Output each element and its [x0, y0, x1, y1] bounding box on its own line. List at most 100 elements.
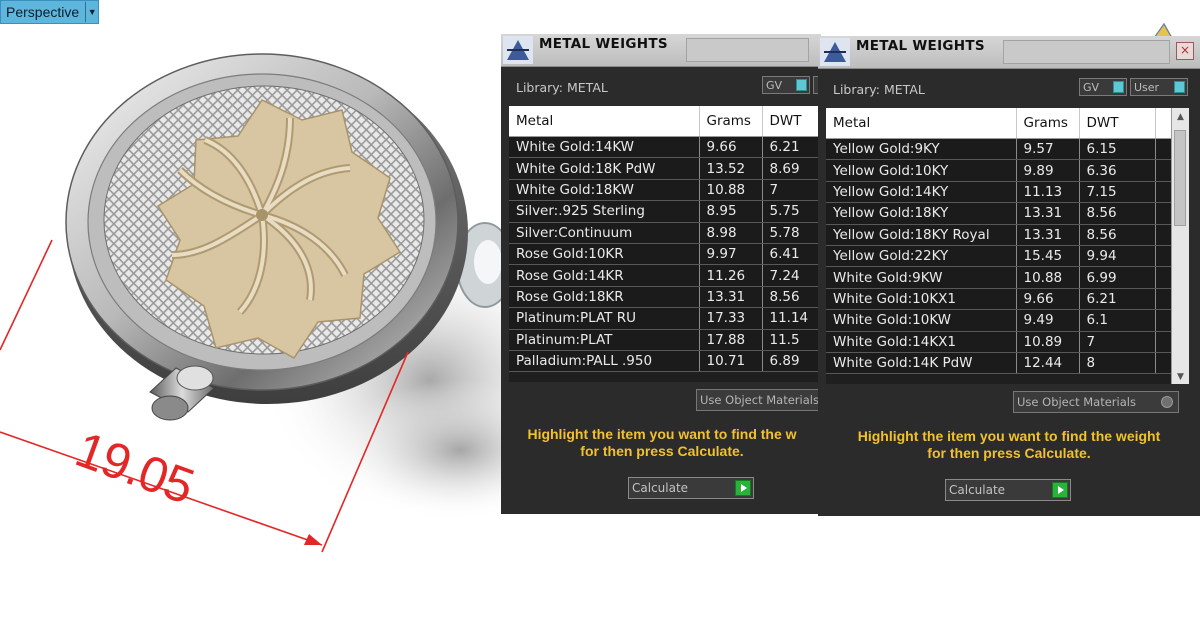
- viewport-tab-label[interactable]: Perspective: [1, 4, 85, 20]
- table-row[interactable]: White Gold:10KW 9.49 6.1: [826, 309, 1171, 332]
- cell-metal: White Gold:10KX1: [826, 288, 1017, 311]
- table-row[interactable]: Rose Gold:14KR 11.26 7.24: [509, 264, 821, 287]
- col-header-grams[interactable]: Grams: [1016, 108, 1080, 139]
- cell-grams: 13.31: [1016, 202, 1080, 225]
- col-header-metal[interactable]: Metal: [826, 108, 1017, 139]
- cell-metal: White Gold:14KW: [509, 136, 700, 159]
- table-row[interactable]: Palladium:PALL .950 10.71 6.89: [509, 350, 821, 373]
- col-header-dwt[interactable]: DWT: [1079, 108, 1156, 139]
- use-object-materials-toggle[interactable]: Use Object Materials: [1013, 391, 1179, 413]
- library-label: Library: METAL: [833, 82, 925, 97]
- table-row[interactable]: Yellow Gold:22KY 15.45 9.94: [826, 245, 1171, 268]
- instruction-text: Highlight the item you want to find the …: [527, 426, 797, 460]
- cell-metal: White Gold:18K PdW: [509, 157, 700, 180]
- cell-metal: Yellow Gold:14KY: [826, 181, 1017, 204]
- cell-metal: Palladium:PALL .950: [509, 350, 700, 373]
- cell-dwt: 7: [1079, 331, 1156, 353]
- cell-grams: 12.44: [1016, 352, 1080, 375]
- cell-grams: 13.31: [699, 286, 763, 309]
- cell-dwt: 5.75: [762, 200, 821, 223]
- cell-dwt: 11.5: [762, 329, 821, 351]
- cell-grams: 10.88: [1016, 266, 1080, 289]
- cell-grams: 9.57: [1016, 138, 1080, 161]
- cell-metal: White Gold:18KW: [509, 179, 700, 202]
- instruction-line-2: for then press Calculate.: [580, 443, 744, 459]
- cell-dwt: 7.24: [762, 264, 821, 287]
- table-row[interactable]: Yellow Gold:18KY Royal 13.31 8.56: [826, 224, 1171, 246]
- table-header-row: Metal Grams DWT: [509, 106, 821, 137]
- cell-grams: 15.45: [1016, 245, 1080, 268]
- scroll-up-icon[interactable]: ▲: [1172, 112, 1189, 122]
- table-row[interactable]: White Gold:14K PdW 12.44 8: [826, 352, 1171, 375]
- table-row[interactable]: Rose Gold:18KR 13.31 8.56: [509, 286, 821, 309]
- table-row[interactable]: Silver:.925 Sterling 8.95 5.75: [509, 200, 821, 223]
- cell-dwt: 6.41: [762, 243, 821, 266]
- user-toggle-label: User: [1134, 80, 1160, 94]
- close-icon[interactable]: ×: [1176, 42, 1194, 60]
- viewport-tab[interactable]: Perspective ▼: [0, 0, 100, 24]
- cell-grams: 9.66: [1016, 288, 1080, 311]
- metal-table[interactable]: Metal Grams DWT White Gold:14KW 9.66 6.21 W…: [509, 106, 821, 382]
- gv-toggle[interactable]: GV: [1079, 78, 1127, 96]
- calculate-button[interactable]: Calculate: [628, 477, 754, 499]
- cell-grams: 17.33: [699, 307, 763, 330]
- cell-dwt: 7.15: [1079, 181, 1156, 204]
- cell-grams: 10.88: [699, 179, 763, 202]
- user-toggle[interactable]: User: [1130, 78, 1188, 96]
- calculate-label: Calculate: [632, 481, 689, 495]
- table-row[interactable]: Platinum:PLAT 17.88 11.5: [509, 329, 821, 351]
- gv-toggle[interactable]: GV: [762, 76, 810, 94]
- cell-metal: White Gold:14K PdW: [826, 352, 1017, 375]
- calculate-button[interactable]: Calculate: [945, 479, 1071, 501]
- table-row[interactable]: Yellow Gold:10KY 9.89 6.36: [826, 159, 1171, 182]
- table-row[interactable]: White Gold:14KW 9.66 6.21: [509, 136, 821, 159]
- chevron-down-icon[interactable]: ▼: [85, 2, 98, 22]
- gv-toggle-label: GV: [766, 78, 783, 92]
- cell-metal: Rose Gold:14KR: [509, 264, 700, 287]
- col-header-metal[interactable]: Metal: [509, 106, 700, 137]
- cell-dwt: 11.14: [762, 307, 821, 330]
- scrollbar-thumb[interactable]: [1174, 130, 1186, 226]
- metal-table[interactable]: Metal Grams DWT Yellow Gold:9KY 9.57 6.15 Y…: [826, 108, 1171, 384]
- use-object-materials-label: Use Object Materials: [700, 393, 819, 407]
- use-object-materials-toggle[interactable]: Use Object Materials: [696, 389, 821, 411]
- cell-dwt: 9.94: [1079, 245, 1156, 268]
- table-row[interactable]: White Gold:10KX1 9.66 6.21: [826, 288, 1171, 311]
- table-row[interactable]: Yellow Gold:14KY 11.13 7.15: [826, 181, 1171, 204]
- cell-metal: White Gold:9KW: [826, 266, 1017, 289]
- dialog-titlebar[interactable]: METAL WEIGHTS ×: [818, 36, 1200, 69]
- dialog-titlebar[interactable]: METAL WEIGHTS: [501, 34, 821, 67]
- cell-metal: Platinum:PLAT RU: [509, 307, 700, 330]
- cell-metal: Rose Gold:10KR: [509, 243, 700, 266]
- cell-metal: Silver:.925 Sterling: [509, 200, 700, 223]
- table-row[interactable]: Platinum:PLAT RU 17.33 11.14: [509, 307, 821, 330]
- scroll-down-icon[interactable]: ▼: [1172, 372, 1189, 382]
- table-row[interactable]: Yellow Gold:9KY 9.57 6.15: [826, 138, 1171, 161]
- use-object-materials-label: Use Object Materials: [1017, 395, 1136, 409]
- cell-metal: White Gold:14KX1: [826, 331, 1017, 353]
- instruction-text: Highlight the item you want to find the …: [844, 428, 1174, 462]
- table-row[interactable]: White Gold:18K PdW 13.52 8.69: [509, 157, 821, 180]
- cell-grams: 8.98: [699, 222, 763, 244]
- table-row[interactable]: Rose Gold:10KR 9.97 6.41: [509, 243, 821, 266]
- cell-metal: Silver:Continuum: [509, 222, 700, 244]
- col-header-grams[interactable]: Grams: [699, 106, 763, 137]
- dialog-title: METAL WEIGHTS: [539, 36, 668, 52]
- table-scrollbar[interactable]: ▲ ▼: [1171, 108, 1189, 384]
- table-row[interactable]: White Gold:9KW 10.88 6.99: [826, 266, 1171, 289]
- table-header-row: Metal Grams DWT: [826, 108, 1171, 139]
- table-row[interactable]: Silver:Continuum 8.98 5.78: [509, 222, 821, 244]
- cell-dwt: 6.89: [762, 350, 821, 373]
- gv-toggle-label: GV: [1083, 80, 1100, 94]
- cell-grams: 13.31: [1016, 224, 1080, 246]
- cell-dwt: 7: [762, 179, 821, 202]
- col-header-dwt[interactable]: DWT: [762, 106, 821, 137]
- table-row[interactable]: White Gold:18KW 10.88 7: [509, 179, 821, 202]
- table-row[interactable]: White Gold:14KX1 10.89 7: [826, 331, 1171, 353]
- cell-grams: 9.97: [699, 243, 763, 266]
- table-row[interactable]: Yellow Gold:18KY 13.31 8.56: [826, 202, 1171, 225]
- cell-dwt: 8: [1079, 352, 1156, 375]
- cell-metal: Yellow Gold:10KY: [826, 159, 1017, 182]
- cell-grams: 9.89: [1016, 159, 1080, 182]
- cell-grams: 11.26: [699, 264, 763, 287]
